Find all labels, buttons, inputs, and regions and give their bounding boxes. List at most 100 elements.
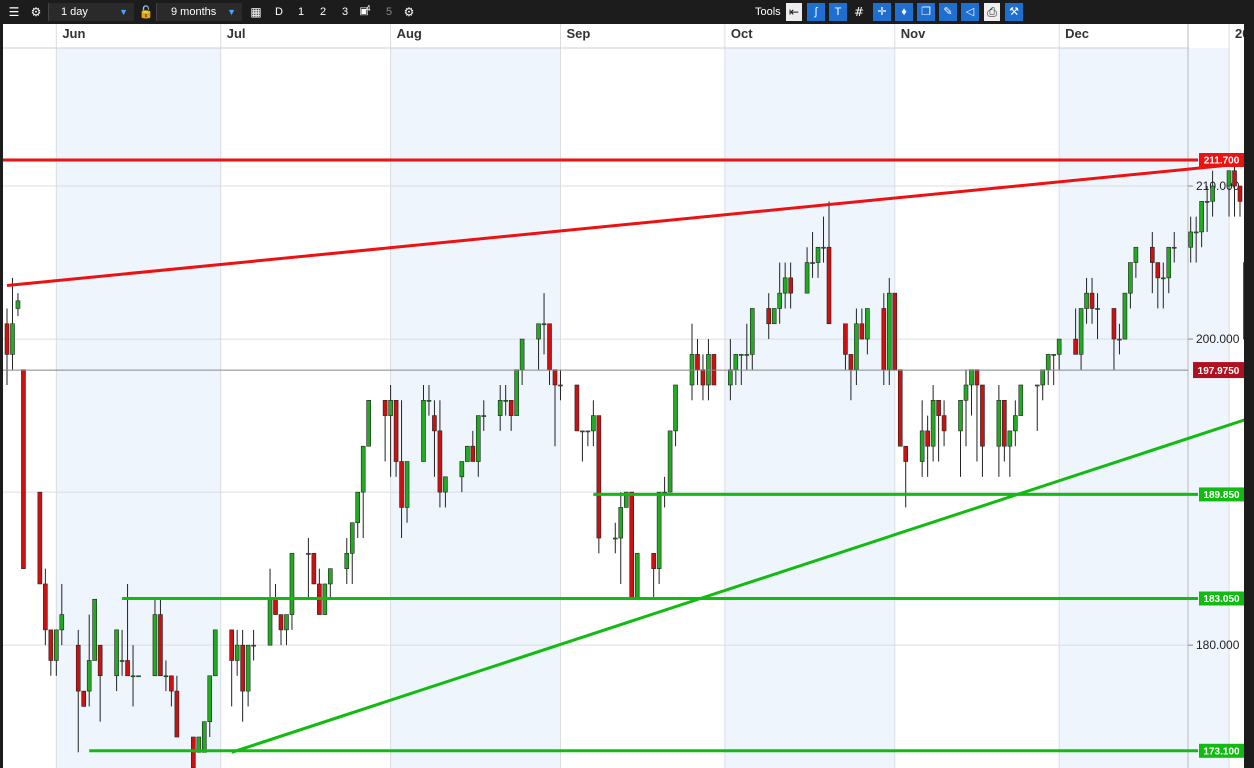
candle-body [503,399,508,402]
candle-body [881,308,887,370]
candle-body [1188,231,1193,248]
settings-gear-icon[interactable]: ⚙ [401,3,417,21]
candle-body [782,277,788,294]
candle-body [821,246,826,249]
candle-body [1171,246,1177,249]
timeframe-3-button[interactable]: 3 [342,3,348,21]
candle-body [656,491,662,569]
candle-body [75,644,81,692]
candle-body [941,415,947,432]
candle-body [826,246,832,325]
candle-body [700,369,706,386]
candle-body [930,399,936,447]
candle-body [207,675,213,723]
timeframe-2-button[interactable]: 2 [320,3,326,21]
candle-body [459,461,465,478]
candle-body [865,308,870,340]
candle-body [37,491,43,585]
month-label: Aug [397,26,422,41]
candle-body [980,384,985,447]
candle-body [815,246,821,263]
lock-icon[interactable]: 🔓 [138,3,154,21]
interval-select[interactable]: 1 day ▼ [48,3,134,21]
candle-body [1013,415,1018,432]
candle-body [996,399,1002,447]
candle-body [4,323,10,355]
candle-body [328,568,333,585]
candle-body [437,430,443,493]
candle-body [443,476,448,493]
range-select[interactable]: 9 months ▼ [156,3,242,21]
candle-body [651,553,656,569]
candle-body [1237,185,1243,202]
candle-body [191,736,196,768]
candle-body [1210,185,1215,202]
candle-body [119,660,125,662]
candle-body [251,644,256,647]
candle-body [97,644,103,677]
candle-body [897,369,903,447]
candle-body [547,323,552,370]
candle-body [114,629,119,677]
y-tick-label: 180.000 [1196,638,1240,652]
label-icon[interactable]: ◁ [961,3,979,21]
candle-body [1007,430,1013,447]
crosshair-icon[interactable]: ✛ [873,3,891,21]
candle-body [936,399,941,416]
candle-body [1199,201,1204,233]
candle-body [558,384,563,387]
gear-icon[interactable]: ⚙ [28,3,44,21]
candle-body [843,323,848,355]
candle-body [1084,292,1089,309]
timeframe-1-button[interactable]: 1 [298,3,304,21]
layers-icon[interactable]: ❐ [917,3,935,21]
candle-body [1078,308,1084,355]
candle-icon[interactable]: ♦ [895,3,913,21]
candlestick-chart[interactable]: JunJulAugSepOctNovDec2018 210.000200.000… [0,24,1254,768]
candle-body [245,644,251,692]
candle-body [393,399,399,462]
timeframe-d-button[interactable]: D [275,3,283,21]
chevron-down-icon: ▼ [227,7,236,17]
candle-body [278,614,284,631]
list-icon[interactable]: ☰ [6,3,22,21]
candle-body [54,629,59,661]
curve-icon[interactable]: ∫ [807,3,825,21]
superscript-label: 4 [366,4,371,13]
candle-body [963,384,969,401]
candle-body [903,445,909,462]
candle-body [1122,292,1128,340]
candle-body [766,308,772,325]
candle-body [201,721,207,753]
candle-body [59,614,65,631]
candle-body [349,522,355,554]
grid-icon[interactable]: # [851,3,867,21]
candle-body [969,369,974,386]
candle-body [848,354,854,370]
timeframe-5-button[interactable]: 5 [386,3,392,21]
candle-body [1128,262,1133,294]
candle-body [306,553,311,555]
candle-body [421,399,426,462]
candle-body [43,583,48,631]
text-icon[interactable]: T [829,3,847,21]
candle-body [475,415,481,462]
back-arrow-icon[interactable]: ⇤ [786,3,802,21]
candle-body [519,338,525,370]
calendar-icon[interactable]: ▦ [248,3,264,21]
draw-icon[interactable]: ✎ [939,3,957,21]
candle-body [92,598,97,661]
chevron-down-icon: ▼ [119,7,128,17]
candle-body [771,308,777,325]
candle-body [728,369,733,386]
candle-body [10,323,15,355]
print-icon[interactable]: ⎙ [984,3,1000,21]
candle-body [212,629,218,677]
settings-icon[interactable]: ⚒ [1005,3,1023,21]
candle-body [514,369,519,416]
candle-body [744,354,750,356]
y-tick-label: 200.000 [1196,332,1240,346]
candle-body [804,262,810,294]
candle-body [925,430,930,447]
candle-body [1056,338,1062,355]
